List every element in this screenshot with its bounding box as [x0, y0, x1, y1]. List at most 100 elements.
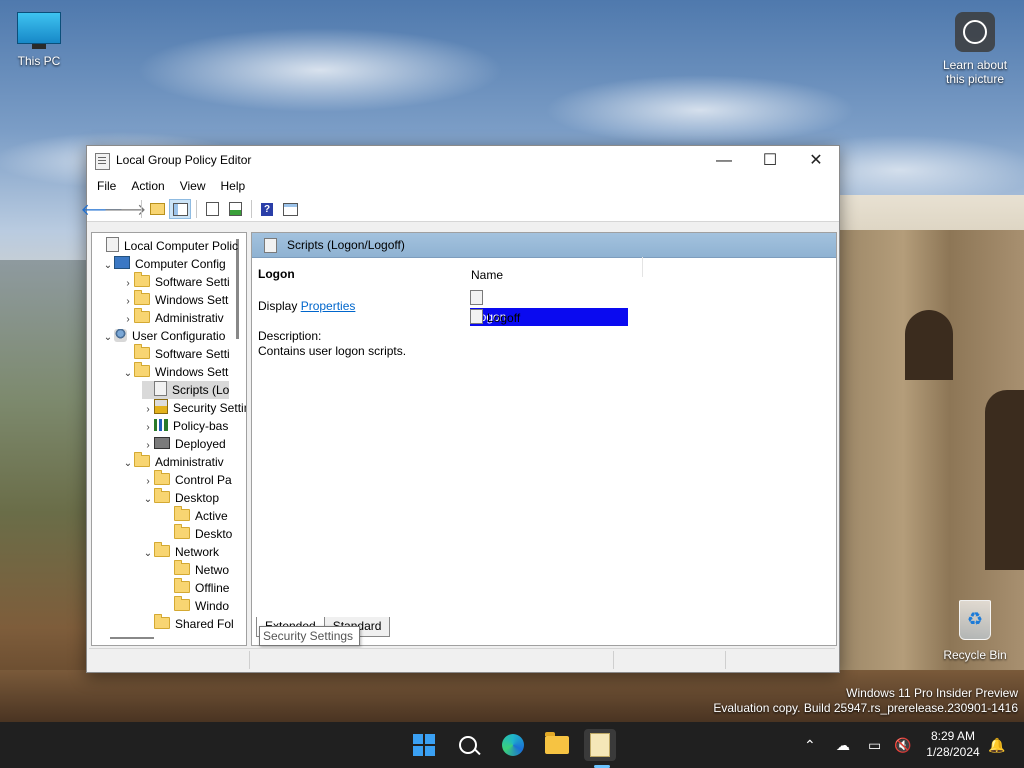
toolbar-separator — [141, 200, 142, 218]
clock-date: 1/28/2024 — [926, 745, 980, 759]
tree-item[interactable]: › Policy-bas — [142, 417, 228, 435]
tree-item-label: Desktop — [175, 491, 220, 505]
menu-action[interactable]: Action — [125, 175, 173, 197]
user-config-icon — [114, 329, 127, 342]
camera-info-icon — [955, 12, 995, 52]
minimize-button[interactable]: — — [701, 146, 747, 175]
tree-item-label: Policy-bas — [173, 419, 229, 433]
list-item-logon[interactable]: Logon — [469, 290, 644, 327]
extended-view-button[interactable] — [279, 199, 301, 219]
tree-item[interactable]: Windo — [162, 596, 229, 615]
tree-item[interactable]: Netwo — [162, 560, 229, 579]
tree-item[interactable]: Software Setti — [122, 344, 230, 363]
expanded-chevron-icon[interactable]: ⌄ — [142, 491, 154, 509]
tree-item[interactable]: ›Security Settings — [142, 399, 246, 417]
file-explorer-button[interactable] — [541, 729, 573, 761]
help-button[interactable]: ? — [256, 199, 278, 219]
watermark-line1: Windows 11 Pro Insider Preview — [846, 686, 1018, 700]
status-bar — [89, 648, 835, 671]
title-bar[interactable]: Local Group Policy Editor — ☐ ✕ — [87, 146, 839, 175]
list-item-label: Logoff — [487, 311, 521, 325]
this-pc-desktop-icon[interactable]: This PC — [4, 12, 74, 68]
recycle-bin-desktop-icon[interactable]: ♻ Recycle Bin — [940, 600, 1010, 662]
expanded-chevron-icon[interactable]: ⌄ — [142, 545, 154, 563]
group-policy-taskbar-button[interactable] — [584, 729, 616, 761]
tree-item-label: Local Computer Polic — [124, 239, 239, 253]
selected-item-name: Logon — [258, 267, 295, 281]
tree-item[interactable]: Deskto — [162, 524, 232, 543]
console-tree[interactable]: Local Computer Polic ⌄ Computer Config › Sof… — [91, 232, 247, 646]
expanded-chevron-icon[interactable]: ⌄ — [122, 455, 134, 473]
tree-item[interactable]: Shared Fol — [142, 614, 234, 633]
show-hidden-icons-button[interactable]: ⌃ — [804, 722, 816, 768]
menu-bar: File Action View Help — [87, 175, 839, 197]
menu-view[interactable]: View — [174, 175, 215, 197]
tree-item[interactable]: ⌄ Computer Config — [102, 255, 226, 273]
menu-help[interactable]: Help — [215, 175, 255, 197]
toolbar-separator — [196, 200, 197, 218]
tree-item-label: Network — [175, 545, 220, 559]
maximize-button[interactable]: ☐ — [747, 146, 793, 175]
properties-icon — [205, 202, 219, 216]
learn-about-picture-desktop-icon[interactable]: Learn about this picture — [938, 12, 1012, 86]
monitor-icon — [17, 12, 61, 49]
expanded-chevron-icon[interactable]: ⌄ — [122, 365, 134, 383]
close-button[interactable]: ✕ — [793, 146, 839, 175]
menu-file[interactable]: File — [91, 175, 125, 197]
tree-item[interactable]: Local Computer Polic — [94, 237, 238, 255]
display-tray-button[interactable]: ▭ — [868, 722, 881, 768]
tree-item[interactable]: › Administrativ — [122, 308, 224, 327]
tree-item[interactable]: › Windows Sett — [122, 290, 228, 309]
search-button[interactable] — [452, 729, 484, 761]
tree-item[interactable]: Offline — [162, 578, 230, 597]
group-policy-icon — [590, 733, 610, 757]
volume-tray-button[interactable]: 🔇 — [894, 722, 911, 768]
script-icon — [470, 290, 483, 305]
policy-chart-icon — [154, 419, 168, 431]
tree-item[interactable]: ⌄ Network — [142, 542, 220, 563]
status-bar-divider — [613, 651, 614, 669]
name-column-header[interactable]: Name — [468, 257, 643, 282]
extended-view-icon — [282, 202, 298, 216]
show-hide-tree-icon — [172, 202, 188, 216]
expanded-chevron-icon[interactable]: ⌄ — [102, 329, 114, 347]
tree-item[interactable]: Active — [162, 506, 228, 525]
expanded-chevron-icon[interactable]: ⌄ — [102, 257, 114, 275]
details-pane: Scripts (Logon/Logoff) Logon Display Pro… — [251, 232, 837, 646]
properties-link[interactable]: Properties — [301, 299, 356, 313]
tooltip-security-settings: Security Settings — [259, 626, 360, 646]
start-icon — [413, 734, 435, 756]
tree-item[interactable]: ⌄ Desktop — [142, 488, 220, 509]
display-properties-line: Display Properties — [258, 299, 458, 313]
tree-item[interactable]: › Deployed — [142, 435, 226, 453]
folder-icon — [154, 614, 170, 629]
tree-item[interactable]: Scripts (Lo — [142, 381, 230, 399]
tree-item[interactable]: ⌄ User Configuratio — [102, 327, 225, 345]
tree-item-label: Offline — [195, 581, 230, 595]
folder-icon — [174, 596, 190, 611]
folder-icon — [154, 542, 170, 557]
taskbar-clock[interactable]: 8:29 AM 1/28/2024 — [918, 728, 988, 760]
notifications-button[interactable]: 🔔 — [988, 722, 1005, 768]
onedrive-tray-button[interactable]: ☁ — [836, 722, 850, 768]
tree-item[interactable]: › Control Pa — [142, 470, 232, 489]
tree-item[interactable]: ⌄ Administrativ — [122, 452, 224, 473]
start-button[interactable] — [408, 729, 440, 761]
list-item-logoff[interactable]: Logoff — [470, 309, 644, 327]
folder-icon — [134, 452, 150, 467]
properties-button[interactable] — [201, 199, 223, 219]
folder-icon — [154, 488, 170, 503]
tree-horizontal-scrollbar[interactable] — [110, 637, 154, 639]
export-list-button[interactable] — [224, 199, 246, 219]
display-icon: ▭ — [868, 736, 882, 753]
help-icon: ? — [261, 202, 273, 216]
tree-item[interactable]: ⌄ Windows Sett — [122, 362, 228, 383]
details-header-title: Scripts (Logon/Logoff) — [287, 238, 405, 252]
tree-item-label: Active — [195, 509, 228, 523]
edge-beta-button[interactable] — [497, 729, 529, 761]
forward-button[interactable]: 🡒 — [104, 199, 147, 219]
up-one-level-button[interactable] — [146, 199, 168, 219]
tree-item[interactable]: › Software Setti — [122, 272, 230, 291]
show-hide-console-tree-button[interactable] — [169, 199, 191, 219]
export-list-icon — [228, 202, 242, 216]
